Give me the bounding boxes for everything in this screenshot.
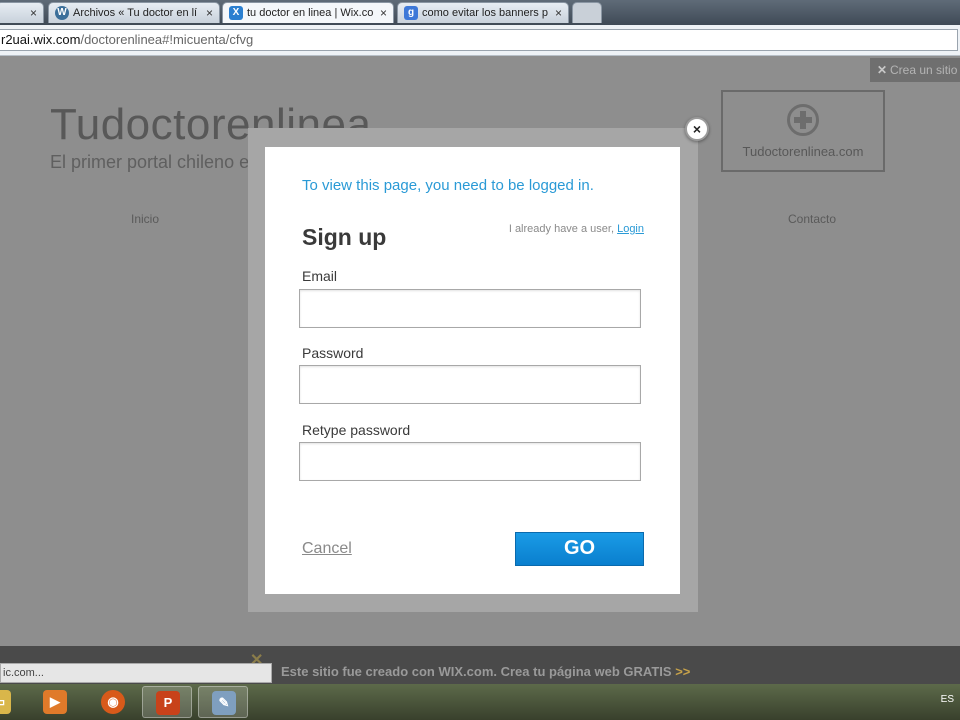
url-path: /doctorenlinea#!micuenta/cfvg <box>80 32 254 47</box>
have-user-label: I already have a user, <box>508 223 615 235</box>
new-tab-button[interactable] <box>572 2 602 23</box>
nav-contacto[interactable]: Contacto <box>788 212 836 226</box>
email-field[interactable] <box>299 289 641 328</box>
site-subtitle: El primer portal chileno en <box>50 152 260 172</box>
language-indicator[interactable]: ES <box>941 694 954 705</box>
tab-title: Archivos « Tu doctor en lí <box>73 7 198 19</box>
taskbar-media[interactable]: ▶ <box>30 686 80 718</box>
tab-google[interactable]: g como evitar los banners p × <box>397 2 569 23</box>
have-user-text: I already have a user, Login <box>509 223 644 235</box>
tab-title: como evitar los banners p <box>422 7 548 19</box>
go-button[interactable]: GO <box>515 532 644 566</box>
taskbar-explorer[interactable]: ▭ <box>0 686 24 718</box>
close-icon[interactable]: × <box>685 117 709 141</box>
media-player-icon: ▶ <box>43 690 67 714</box>
wordpress-icon: W <box>55 6 69 20</box>
url-field[interactable]: r2uai.wix.com/doctorenlinea#!micuenta/cf… <box>0 29 958 51</box>
password-label: Password <box>302 345 364 361</box>
cancel-button[interactable]: Cancel <box>302 540 352 558</box>
wix-promo-text: Este sitio fue creado con WIX.com. Crea … <box>281 664 690 679</box>
status-bubble: ic.com... <box>0 663 272 683</box>
retype-password-field[interactable] <box>299 442 641 481</box>
close-tab-icon[interactable]: × <box>206 3 213 23</box>
google-icon: g <box>404 6 418 20</box>
url-host: r2uai.wix.com <box>1 32 81 47</box>
wix-icon: X <box>229 6 243 20</box>
wix-promo-label: Este sitio fue creado con WIX.com. Crea … <box>281 664 672 679</box>
tab-title: tu doctor en linea | Wix.co <box>247 7 373 19</box>
site-logo[interactable]: Tudoctorenlinea.com <box>721 90 885 172</box>
tab-bar: × W Archivos « Tu doctor en lí × X tu do… <box>0 0 960 25</box>
logo-text: Tudoctorenlinea.com <box>742 144 864 159</box>
wix-tag-label: Crea un sitio <box>890 63 958 77</box>
paint-icon: ✎ <box>212 691 236 715</box>
nav-inicio[interactable]: Inicio <box>131 212 159 226</box>
close-tab-icon[interactable]: × <box>555 3 562 23</box>
retype-password-label: Retype password <box>302 422 411 438</box>
tab-wix[interactable]: X tu doctor en linea | Wix.co × <box>222 2 394 23</box>
taskbar-powerpoint[interactable]: P <box>142 686 192 718</box>
close-tab-icon[interactable]: × <box>380 3 387 23</box>
taskbar-paint[interactable]: ✎ <box>198 686 248 718</box>
signup-title: Sign up <box>302 224 387 250</box>
wix-star-icon: ✕ <box>876 63 888 77</box>
login-link[interactable]: Login <box>617 223 644 235</box>
address-bar: r2uai.wix.com/doctorenlinea#!micuenta/cf… <box>0 25 960 56</box>
login-required-notice: To view this page, you need to be logged… <box>302 177 594 194</box>
taskbar: ▭ ▶ ◉ P ✎ ES <box>0 684 960 720</box>
tab-1[interactable]: × <box>0 2 44 23</box>
wix-create-site-tag[interactable]: ✕ Crea un sitio <box>870 58 960 82</box>
taskbar-firefox[interactable]: ◉ <box>88 686 138 718</box>
powerpoint-icon: P <box>156 691 180 715</box>
wix-promo-arrows: >> <box>675 664 691 679</box>
firefox-icon: ◉ <box>101 690 125 714</box>
tab-archivos[interactable]: W Archivos « Tu doctor en lí × <box>48 2 220 23</box>
medical-cross-icon <box>787 104 819 136</box>
password-field[interactable] <box>299 365 641 404</box>
folder-icon: ▭ <box>0 690 11 714</box>
close-tab-icon[interactable]: × <box>30 3 37 23</box>
email-label: Email <box>302 268 338 284</box>
